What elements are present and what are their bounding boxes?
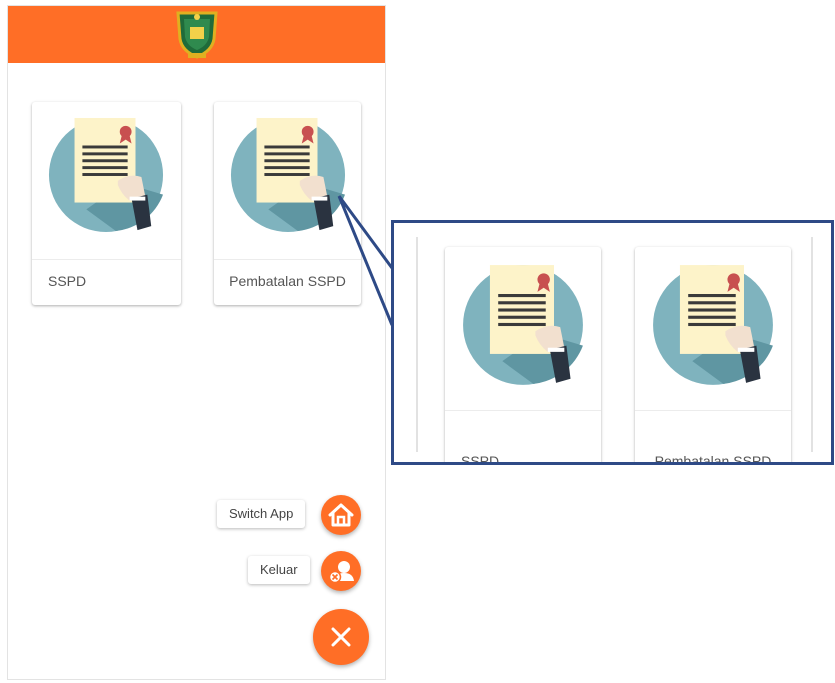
mobile-app-screen: SSPD Pembatalan SSPD Switch App Keluar (7, 5, 386, 680)
card-media (32, 102, 181, 259)
card-label: Pembatalan SSPD (654, 453, 772, 465)
card-label: Pembatalan SSPD (229, 273, 346, 289)
card-divider (214, 259, 361, 260)
switch-app-button[interactable] (321, 495, 361, 535)
zoom-right-edge (811, 237, 813, 452)
card-divider (445, 410, 601, 411)
card-label: SSPD (48, 273, 87, 289)
close-icon (331, 627, 351, 647)
card-divider (635, 410, 791, 411)
menu-card-sspd[interactable]: SSPD (32, 102, 181, 305)
zoom-card-pembatalan-sspd: Pembatalan SSPD (635, 247, 791, 465)
app-header (8, 6, 385, 63)
logout-label[interactable]: Keluar (248, 556, 310, 584)
close-fab-button[interactable] (313, 609, 369, 665)
zoom-callout: SSPD Pembatalan SSPD (391, 220, 834, 465)
regency-logo (176, 11, 218, 59)
certificate-document-icon (461, 263, 585, 387)
card-media (445, 247, 601, 404)
certificate-document-icon (229, 116, 347, 234)
card-media (214, 102, 361, 259)
certificate-document-icon (651, 263, 775, 387)
certificate-document-icon (47, 116, 165, 234)
user-remove-icon (328, 561, 354, 584)
switch-app-label[interactable]: Switch App (217, 500, 306, 528)
zoom-left-edge (416, 237, 418, 452)
card-divider (32, 259, 181, 260)
home-icon (328, 503, 354, 527)
menu-card-pembatalan-sspd[interactable]: Pembatalan SSPD (214, 102, 361, 305)
logout-button[interactable] (321, 551, 361, 591)
zoom-card-sspd: SSPD (445, 247, 601, 465)
card-label: SSPD (461, 453, 500, 465)
card-media (635, 247, 791, 404)
